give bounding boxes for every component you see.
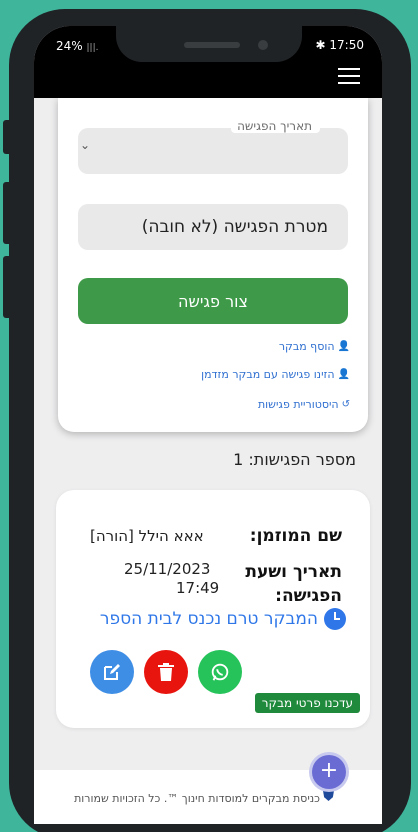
meeting-purpose-input[interactable]: מטרת הפגישה (לא חובה) bbox=[78, 204, 348, 250]
walk-in-visitor-link[interactable]: 👤 הזינו פגישה עם מבקר מזדמן bbox=[201, 368, 350, 381]
chevron-down-icon: ⌄ bbox=[80, 138, 91, 152]
whatsapp-icon bbox=[211, 663, 229, 681]
visit-status: המבקר טרם נכנס לבית הספר bbox=[100, 608, 346, 630]
status-time: 17:50 bbox=[329, 38, 364, 52]
whatsapp-button[interactable] bbox=[198, 650, 242, 694]
meeting-count: מספר הפגישות: 1 bbox=[233, 450, 356, 469]
shield-icon bbox=[323, 788, 334, 801]
status-bar: 24% |||. ✱ 17:50 bbox=[34, 26, 382, 98]
menu-icon[interactable] bbox=[338, 68, 360, 84]
footer-text: כניסת מבקרים למוסדות חינוך ™. כל הזכויות… bbox=[74, 792, 320, 805]
clock-icon bbox=[324, 608, 346, 630]
update-visitor-button[interactable]: עדכנו פרטי מבקר bbox=[254, 693, 360, 713]
datetime-label: תאריך ושעת הפגישה: bbox=[245, 562, 342, 606]
add-fab-button[interactable]: + bbox=[312, 755, 346, 789]
time-value: 17:49 bbox=[176, 579, 220, 597]
edit-button[interactable] bbox=[90, 650, 134, 694]
meeting-date-label: תאריך הפגישה bbox=[231, 119, 320, 133]
user-check-icon: 👤 bbox=[337, 341, 350, 352]
visit-status-text: המבקר טרם נכנס לבית הספר bbox=[99, 609, 318, 629]
create-meeting-button[interactable]: צור פגישה bbox=[78, 278, 348, 324]
create-meeting-card: תאריך הפגישה ⌄ מטרת הפגישה (לא חובה) צור… bbox=[58, 98, 368, 432]
camera-notch bbox=[116, 26, 302, 62]
phone-screen: 24% |||. ✱ 17:50 תאריך הפגישה ⌄ מטרת הפג… bbox=[34, 26, 382, 824]
meeting-purpose-placeholder: מטרת הפגישה (לא חובה) bbox=[141, 217, 328, 237]
meeting-card: שם המוזמן: אאא הילל [הורה] תאריך ושעת הפ… bbox=[56, 490, 370, 728]
invitee-label: שם המוזמן: bbox=[249, 526, 342, 546]
meeting-history-link[interactable]: ↺ היסטוריית פגישות bbox=[258, 398, 350, 411]
date-value: 25/11/2023 bbox=[124, 560, 211, 578]
user-icon: 👤 bbox=[337, 369, 350, 380]
battery-level: 24% bbox=[56, 39, 83, 53]
add-visitor-label: הוסף מבקר bbox=[278, 340, 335, 353]
meeting-date-select[interactable]: תאריך הפגישה ⌄ bbox=[78, 119, 348, 174]
edit-icon bbox=[104, 664, 120, 680]
history-icon: ↺ bbox=[341, 399, 350, 410]
main-content: תאריך הפגישה ⌄ מטרת הפגישה (לא חובה) צור… bbox=[34, 98, 382, 824]
bluetooth-icon: ✱ bbox=[315, 38, 326, 52]
add-visitor-link[interactable]: 👤 הוסף מבקר bbox=[279, 340, 350, 353]
delete-button[interactable] bbox=[144, 650, 188, 694]
meeting-history-label: היסטוריית פגישות bbox=[257, 398, 339, 411]
invitee-value: אאא הילל [הורה] bbox=[90, 527, 204, 545]
signal-icon: |||. bbox=[86, 43, 99, 53]
walk-in-visitor-label: הזינו פגישה עם מבקר מזדמן bbox=[201, 368, 335, 381]
clock-status: ✱ 17:50 bbox=[316, 38, 364, 52]
trash-icon bbox=[158, 663, 174, 681]
battery-status: 24% |||. bbox=[56, 39, 98, 53]
